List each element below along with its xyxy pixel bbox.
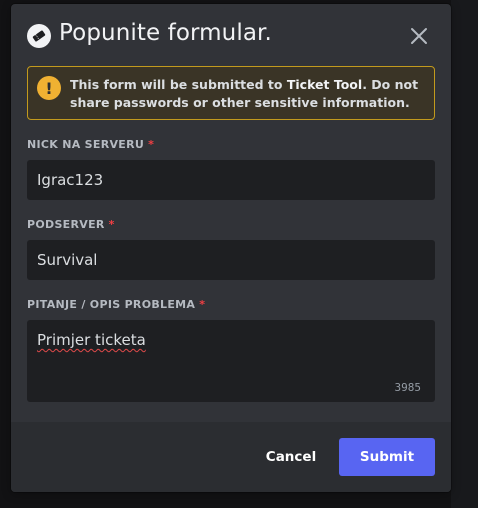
cancel-button[interactable]: Cancel [255, 438, 327, 476]
modal-header: Popunite formular. [11, 4, 451, 66]
textarea-value: Primjer ticketa [37, 331, 146, 349]
warning-app-name: Ticket Tool [286, 77, 363, 92]
background-edge [451, 0, 478, 508]
character-counter: 3985 [394, 381, 422, 394]
close-button[interactable] [407, 24, 431, 48]
ticket-icon [27, 24, 51, 48]
submit-button[interactable]: Submit [339, 438, 435, 476]
podserver-input[interactable]: Survival [27, 240, 435, 280]
required-mark: * [148, 138, 155, 151]
warning-icon: ! [37, 76, 61, 100]
description-textarea[interactable]: Primjer ticketa 3985 [27, 320, 435, 402]
field-label-pitanje: PITANJE / OPIS PROBLEMA * [27, 298, 206, 311]
form-modal: Popunite formular. ! This form will be s… [11, 4, 451, 492]
warning-text: This form will be submitted to Ticket To… [70, 77, 419, 110]
modal-title: Popunite formular. [59, 20, 272, 46]
required-mark: * [199, 298, 206, 311]
required-mark: * [108, 218, 115, 231]
warning-banner: ! This form will be submitted to Ticket … [27, 66, 435, 120]
close-icon [411, 28, 427, 44]
nick-input[interactable]: Igrac123 [27, 160, 435, 200]
modal-footer: Cancel Submit [11, 422, 451, 492]
field-label-podserver: PODSERVER * [27, 218, 115, 231]
field-label-nick: NICK NA SERVERU * [27, 138, 155, 151]
